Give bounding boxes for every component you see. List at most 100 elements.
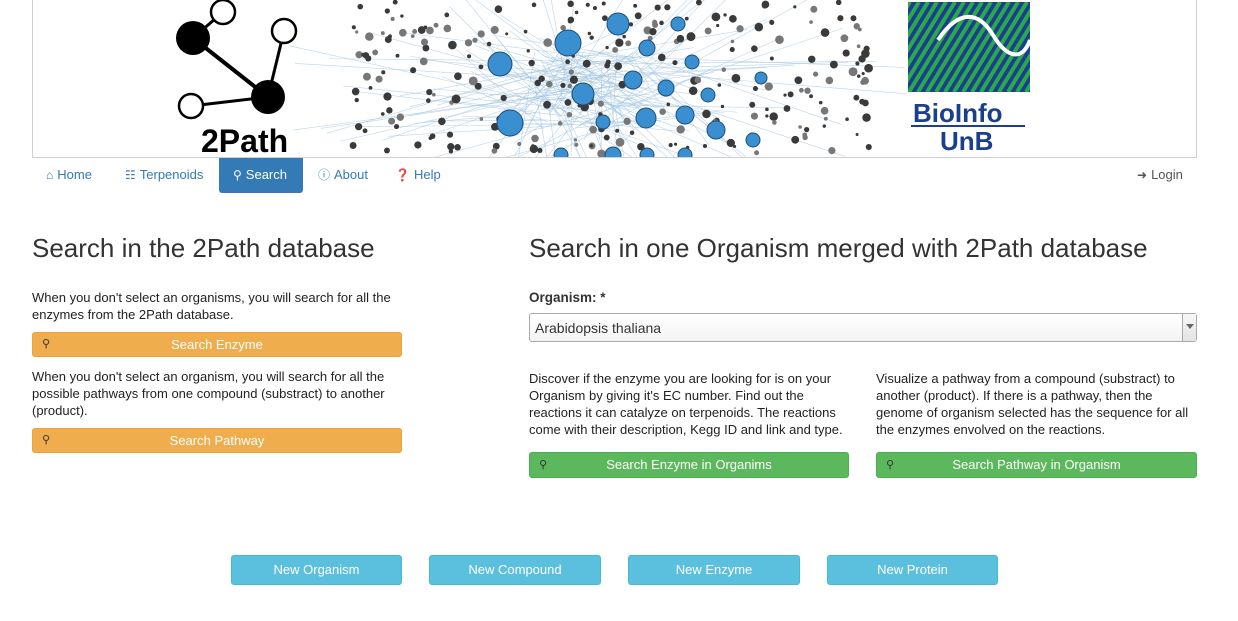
- network-node: [837, 15, 844, 22]
- logo-stripe: [1089, 2, 1144, 92]
- nav-search[interactable]: ⚲ Search: [219, 158, 303, 193]
- chevron-down-icon[interactable]: [1182, 314, 1196, 341]
- network-node: [567, 18, 573, 24]
- network-node: [615, 137, 625, 147]
- network-node: [446, 131, 454, 138]
- logo-stripe: [1053, 2, 1108, 92]
- network-node: [659, 20, 664, 26]
- network-node: [605, 59, 611, 65]
- logo-stripe: [1024, 81, 1030, 92]
- search-pathway-organism-button[interactable]: ⚲ Search Pathway in Organism: [876, 452, 1197, 478]
- network-node: [729, 47, 735, 53]
- network-node: [818, 100, 823, 105]
- network-node: [775, 35, 784, 45]
- network-node: [754, 22, 764, 32]
- network-node: [390, 16, 395, 22]
- network-node: [557, 121, 563, 126]
- network-node: [783, 105, 791, 112]
- nav-login[interactable]: ➜ Login: [1123, 158, 1197, 193]
- new-compound-button[interactable]: New Compound: [429, 555, 601, 585]
- network-node: [863, 45, 870, 52]
- nav-home[interactable]: ⌂ Home: [32, 158, 106, 193]
- network-node: [414, 141, 422, 149]
- nav-help[interactable]: ❓ Help: [381, 158, 455, 193]
- network-node: [585, 2, 590, 7]
- network-node: [426, 88, 433, 96]
- network-hub-node: [623, 70, 643, 90]
- network-node: [625, 40, 632, 47]
- network-node: [717, 83, 722, 87]
- network-node: [633, 3, 638, 8]
- search-pathway-button[interactable]: ⚲ Search Pathway: [32, 428, 402, 453]
- network-node: [652, 19, 658, 25]
- search-enzyme-organism-button[interactable]: ⚲ Search Enzyme in Organims: [529, 452, 849, 478]
- nav-about[interactable]: ⓘ About: [304, 158, 382, 193]
- network-node: [426, 98, 431, 103]
- network-node: [720, 104, 725, 109]
- home-icon: ⌂: [46, 168, 54, 182]
- nav-terpenoids[interactable]: ☷ Terpenoids: [111, 158, 217, 193]
- network-node: [531, 2, 537, 8]
- twopath-logo: [176, 0, 298, 120]
- network-node: [543, 38, 553, 47]
- network-node: [752, 86, 758, 92]
- network-node: [702, 109, 711, 119]
- network-node: [380, 31, 385, 36]
- network-node: [686, 32, 696, 42]
- search-enzyme-organism-label: Search Enzyme in Organims: [606, 457, 772, 472]
- magnifier-icon: ⚲: [886, 459, 895, 471]
- sign-in-icon: ➜: [1137, 168, 1148, 182]
- network-node: [859, 98, 866, 105]
- nav-help-label: Help: [413, 167, 441, 182]
- right-enzyme-description: Discover if the enzyme you are looking f…: [529, 371, 843, 437]
- network-node: [523, 29, 528, 34]
- new-organism-button[interactable]: New Organism: [231, 555, 402, 585]
- network-node: [454, 72, 462, 81]
- network-node: [420, 38, 429, 46]
- network-node: [673, 142, 678, 146]
- network-node: [603, 134, 610, 141]
- network-node: [362, 128, 368, 134]
- search-enzyme-button[interactable]: ⚲ Search Enzyme: [32, 332, 402, 357]
- network-hub-node: [700, 87, 716, 103]
- new-protein-button[interactable]: New Protein: [827, 555, 998, 585]
- network-node: [486, 41, 492, 47]
- network-node: [622, 34, 626, 39]
- magnifier-icon: ⚲: [539, 459, 548, 471]
- network-node: [769, 56, 774, 61]
- network-node: [716, 23, 720, 28]
- logo-stripe: [1044, 2, 1099, 92]
- network-node: [798, 125, 802, 129]
- nav-search-label: Search: [245, 167, 287, 182]
- network-node: [694, 76, 702, 84]
- network-node: [592, 5, 598, 11]
- new-enzyme-button[interactable]: New Enzyme: [628, 555, 800, 585]
- network-node: [845, 117, 849, 121]
- network-node: [612, 47, 619, 53]
- network-node: [560, 82, 566, 88]
- network-hub-node: [670, 16, 686, 32]
- logo-right-line1: BioInfo: [913, 98, 1003, 128]
- network-node: [531, 134, 539, 143]
- network-node: [396, 113, 405, 121]
- organism-label: Organism: *: [529, 290, 606, 305]
- left-section-title: Search in the 2Path database: [32, 233, 375, 263]
- network-node: [587, 31, 592, 36]
- network-node: [688, 86, 698, 95]
- organism-select[interactable]: Arabidopsis thaliana: [529, 313, 1197, 342]
- network-node: [835, 0, 842, 6]
- nav-about-label: About: [334, 167, 368, 182]
- network-node: [380, 112, 385, 116]
- network-node: [828, 146, 836, 155]
- network-node: [787, 91, 794, 98]
- sitemap-icon: ☷: [125, 168, 136, 182]
- network-hub-node: [754, 71, 768, 85]
- network-node: [573, 138, 578, 142]
- search-pathway-organism-label: Search Pathway in Organism: [952, 457, 1121, 472]
- network-node: [799, 87, 804, 93]
- network-node: [750, 112, 759, 120]
- network-node: [419, 57, 428, 66]
- network-node: [793, 5, 797, 9]
- search-icon: ⚲: [233, 168, 242, 182]
- network-hub-node: [684, 54, 700, 70]
